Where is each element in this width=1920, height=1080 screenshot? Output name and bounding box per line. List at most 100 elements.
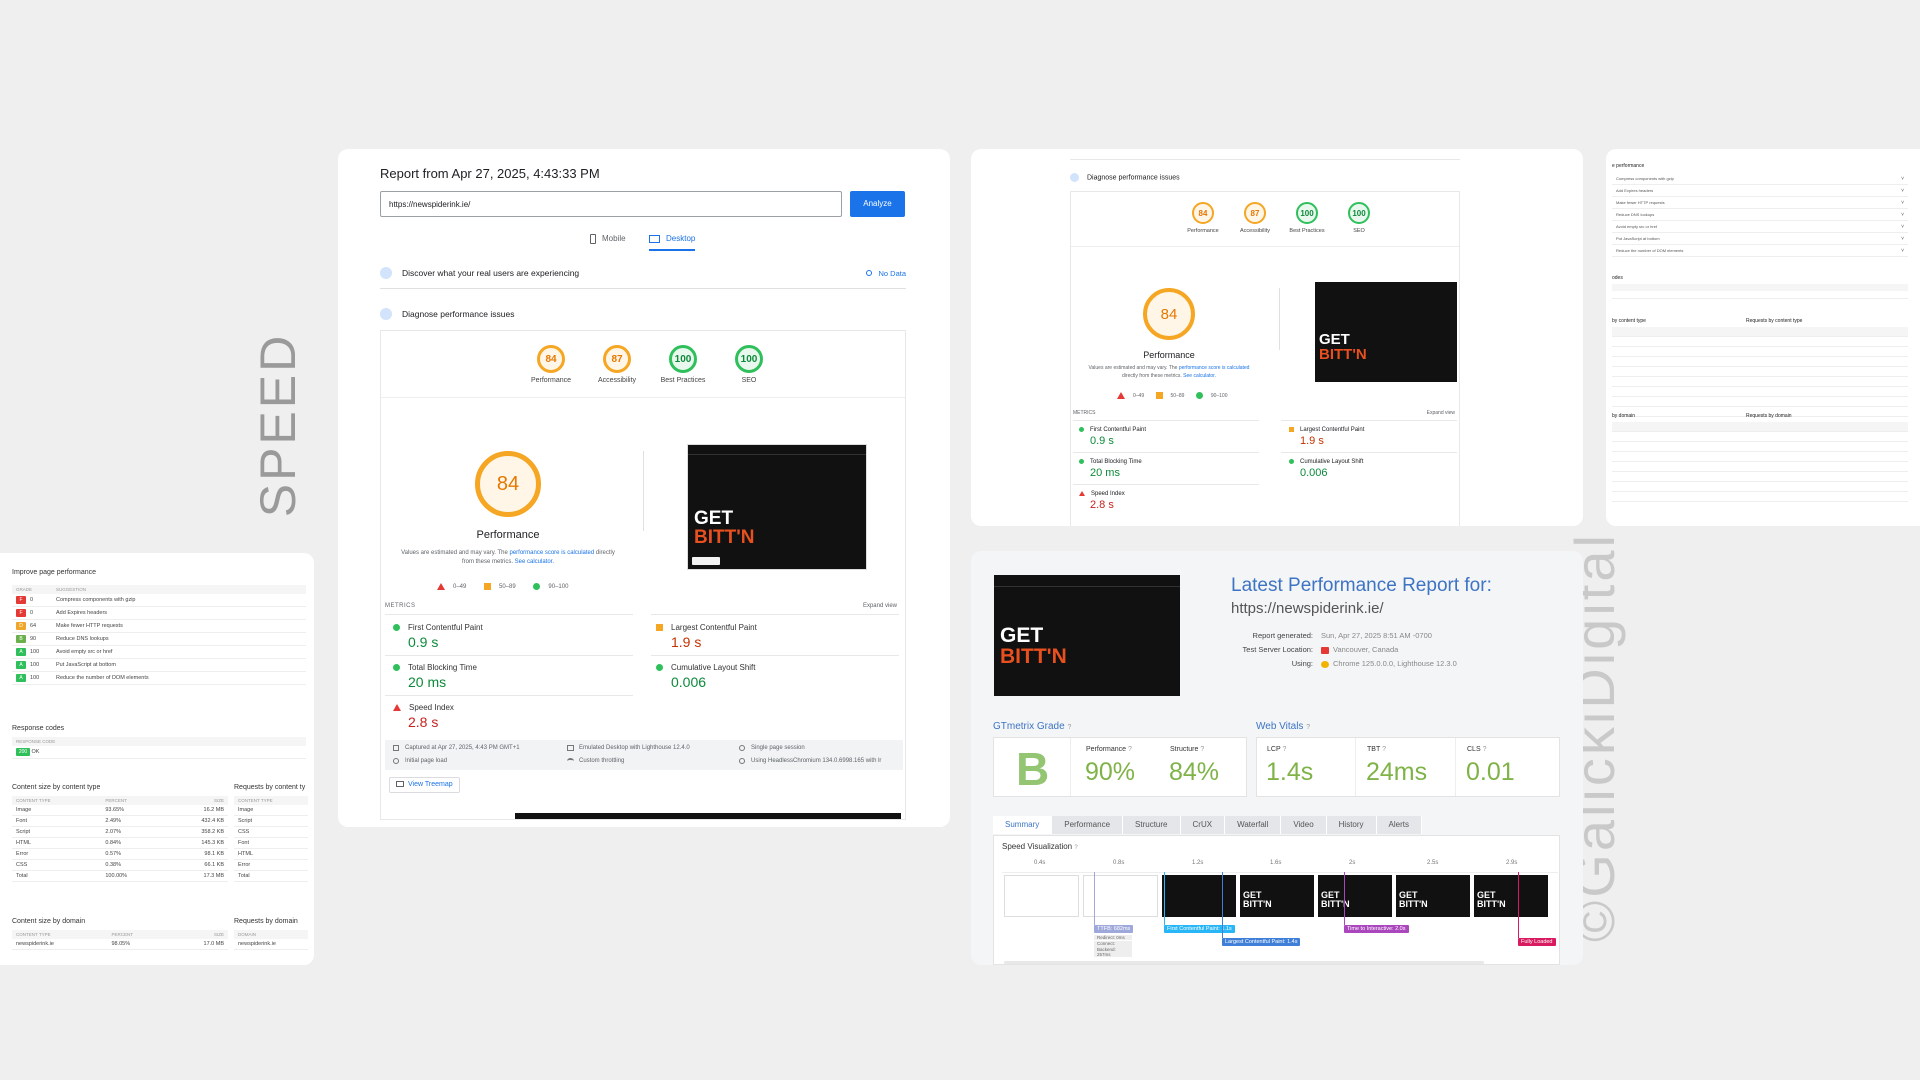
grade-letter: B [1016,743,1050,795]
chevron-down-icon: ˅ [1901,199,1904,206]
see-calculator-link[interactable]: See calculator. [515,559,554,565]
suggestion-row[interactable]: F 0 Add Expires headers [12,606,306,620]
suggestion-row[interactable]: A 100 Put JavaScript at bottom [12,658,306,672]
performance-score: 90% [1085,758,1136,786]
wifi-icon [567,758,574,764]
partial-table-row [1612,347,1908,357]
partial-table-row [1612,377,1908,387]
metric-lcp: Largest Contentful Paint 1.9 s [656,623,757,650]
marker-label: TTFB: 682ms [1094,925,1134,933]
table-row: HTML 0.84% 145.3 KB [12,837,228,849]
marker-line [1344,872,1345,925]
partial-table-row [1612,432,1908,442]
good-circle-icon [656,664,663,672]
gtmetrix-grade-title[interactable]: GTmetrix Grade ? [993,721,1071,732]
gauge-label: Performance [1187,228,1219,234]
performance-gauge-large-2: 84 [1143,288,1195,340]
gauge-performance[interactable]: 84 Performance [519,345,583,384]
content-size-title: Content size by content type [12,784,101,791]
report-title: Report from Apr 27, 2025, 4:43:33 PM [380,166,600,181]
page-screenshot: GET BITT'N [687,444,867,570]
table-row: Script 2.07% 358.2 KB [12,826,228,838]
mobile-icon [590,234,596,244]
score-note: Values are estimated and may vary. The p… [401,550,615,565]
suggestion-row[interactable]: D 64 Make fewer HTTP requests [12,619,306,633]
partial-table-rows [1612,327,1908,417]
good-circle-icon [533,583,541,590]
gauge-seo[interactable]: 100 SEO [717,345,781,384]
table-row: Font [234,837,308,849]
score-legend-2: 0–49 50–89 90–100 [1117,392,1228,399]
partial-row: Put JavaScript at bottom ˅ [1612,233,1908,245]
metric-tbt-2: Total Blocking Time 20 ms [1079,459,1142,479]
tab-desktop[interactable]: Desktop [649,234,696,251]
tab-crux[interactable]: CrUX [1181,816,1226,834]
report-meta: Report generated: Sun, Apr 27, 2025 8:51 … [1231,631,1561,673]
suggestion-row[interactable]: F 0 Compress components with gzip [12,594,306,607]
crux-row[interactable]: Discover what your real users are experi… [380,265,906,289]
content-domain-title: Content size by domain [12,918,86,925]
partial-suggestions: Compress components with gzip ˅ Add Expir… [1612,173,1908,257]
desktop-emulation-icon [567,745,574,751]
tab-performance[interactable]: Performance [1052,816,1124,834]
partial-row: Make fewer HTTP requests ˅ [1612,197,1908,209]
tbt-value: 24ms [1366,758,1428,786]
diagnose-row: Diagnose performance issues [380,307,906,323]
partial-title: e performance [1612,163,1645,169]
score-gauge-icon: 84 [537,345,565,373]
web-vitals-title[interactable]: Web Vitals ? [1256,721,1310,732]
meta-row: Using: Chrome 125.0.0.0, Lighthouse 12.3.… [1291,659,1457,668]
partial-table-row [1612,442,1908,452]
gauge-accessibility[interactable]: 87 Accessibility [1229,202,1281,234]
suggestion-row[interactable]: A 100 Reduce the number of DOM elements [12,671,306,685]
view-treemap-button[interactable]: View Treemap [389,777,460,793]
requests-content-table: CONTENT TYPE Image Script CSS Font HTML Error… [234,796,308,882]
tab-alerts[interactable]: Alerts [1377,816,1422,834]
tab-history[interactable]: History [1327,816,1377,834]
partial-table-row [1612,367,1908,377]
gauge-best-practices[interactable]: 100 Best Practices [1281,202,1333,234]
chevron-down-icon: ˅ [1901,175,1904,182]
score-gauge-icon: 100 [735,345,763,373]
score-gauge-icon: 100 [669,345,697,373]
metric-fcp: First Contentful Paint 0.9 s [393,623,483,650]
suggestion-row[interactable]: A 100 Avoid empty src or href [12,645,306,659]
partial-table-row [1612,387,1908,397]
desktop-icon [649,234,660,243]
runtime-settings: Captured at Apr 27, 2025, 4:43 PM GMT+1 … [385,740,903,770]
table-row: Image [234,805,308,816]
metric-lcp-2: Largest Contentful Paint 1.9 s [1289,427,1364,447]
poor-triangle-icon [437,583,445,590]
gauge-performance[interactable]: 84 Performance [1177,202,1229,234]
score-gauge-icon: 100 [1296,202,1318,224]
gauge-best-practices[interactable]: 100 Best Practices [651,345,715,384]
partial-table-row [1612,492,1908,502]
tab-mobile[interactable]: Mobile [590,234,626,244]
score-calc-link[interactable]: performance score is calculated [510,550,595,556]
chevron-down-icon: ˅ [1901,211,1904,218]
chrome-icon [1321,660,1329,668]
no-data-link[interactable]: No Data [866,269,906,278]
gauge-accessibility[interactable]: 87 Accessibility [585,345,649,384]
cls-value: 0.01 [1466,758,1515,786]
gauge-seo[interactable]: 100 SEO [1333,202,1385,234]
table-row: HTML [234,848,308,860]
structure-score: 84% [1169,758,1220,786]
lighthouse-report: 84 Performance 87 Accessibility 100 Best Prac… [380,330,906,820]
partial-table-row [1612,327,1908,337]
vitals-panel: LCP ? 1.4s TBT ? 24ms CLS ? 0.01 [1256,737,1560,797]
analyze-button[interactable]: Analyze [850,191,905,217]
lcp-value: 1.4s [1266,758,1314,786]
ttfb-detail: Backend: 257ms [1094,947,1132,957]
tab-summary[interactable]: Summary [993,816,1053,834]
tab-waterfall[interactable]: Waterfall [1225,816,1282,834]
gauge-label: Accessibility [1240,228,1270,234]
tab-video[interactable]: Video [1281,816,1327,834]
performance-large-label: Performance [476,529,540,541]
expand-view-link[interactable]: Expand view [863,603,897,609]
tab-structure[interactable]: Structure [1123,816,1181,834]
browser-icon [739,758,745,764]
suggestion-row[interactable]: B 90 Reduce DNS lookups [12,632,306,646]
requests-domain-table: DOMAIN newspiderink.ie [234,930,308,950]
url-input[interactable] [380,191,842,217]
